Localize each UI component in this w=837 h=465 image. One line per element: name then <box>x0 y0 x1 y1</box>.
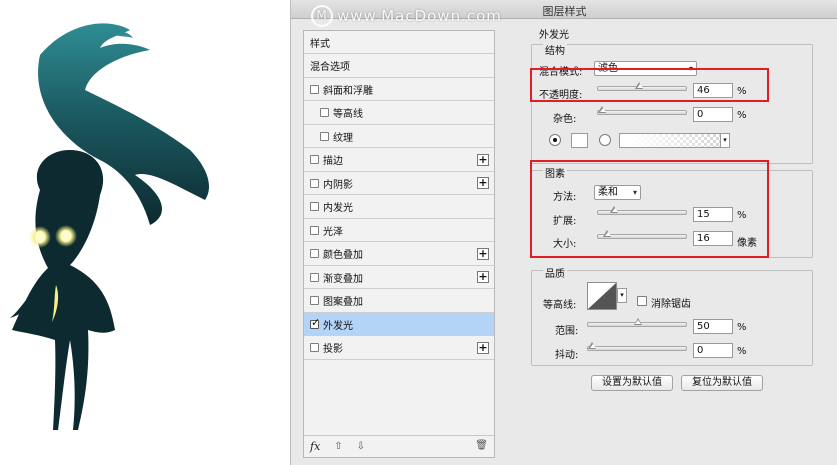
style-list-item[interactable]: 纹理 <box>304 125 494 148</box>
noise-label: 杂色: <box>553 114 577 125</box>
style-list-item[interactable]: 斜面和浮雕 <box>304 78 494 101</box>
quality-legend: 品质 <box>543 265 567 280</box>
style-checkbox[interactable] <box>310 249 319 258</box>
style-list-item[interactable]: 等高线 <box>304 101 494 125</box>
add-effect-plus-icon[interactable]: + <box>477 177 489 189</box>
range-label: 范围: <box>555 326 579 337</box>
style-item-label: 等高线 <box>333 109 363 120</box>
style-item-label: 纹理 <box>333 132 353 144</box>
anti-alias-label: 消除锯齿 <box>651 299 691 310</box>
contour-picker[interactable] <box>587 282 617 310</box>
fx-icon[interactable]: fx <box>310 440 320 453</box>
range-slider[interactable] <box>587 318 687 327</box>
style-list-item[interactable]: 图案叠加 <box>304 289 494 313</box>
style-checkbox[interactable] <box>310 225 319 235</box>
style-checkbox[interactable] <box>310 272 319 282</box>
glow-gradient-picker[interactable] <box>619 133 721 148</box>
style-list-footer: fx ⇧ ⇩ 🗑 <box>304 435 494 457</box>
style-checkbox[interactable] <box>310 343 319 352</box>
jitter-label: 抖动: <box>555 350 579 361</box>
range-slider-thumb[interactable] <box>633 318 643 325</box>
style-item-label: 渐变叠加 <box>323 273 363 285</box>
gradient-radio[interactable] <box>599 134 611 146</box>
style-item-label: 内阴影 <box>323 179 353 191</box>
jitter-slider[interactable] <box>587 342 687 351</box>
noise-field[interactable]: 0 <box>693 107 733 122</box>
move-up-icon[interactable]: ⇧ <box>334 441 342 452</box>
opacity-highlight-box <box>530 68 769 102</box>
glow-color-swatch[interactable] <box>571 133 588 148</box>
style-list-item[interactable]: 投影 + <box>304 336 494 360</box>
style-item-label: 外发光 <box>323 320 353 332</box>
add-effect-plus-icon[interactable]: + <box>477 271 489 283</box>
noise-slider-thumb[interactable] <box>598 106 607 113</box>
move-down-icon[interactable]: ⇩ <box>357 441 365 452</box>
add-effect-plus-icon[interactable]: + <box>477 247 489 260</box>
noise-unit: % <box>737 110 747 121</box>
contour-dropdown-arrow-icon[interactable]: ▾ <box>617 288 627 303</box>
structure-legend: 结构 <box>543 42 567 57</box>
character-illustration <box>10 23 210 430</box>
style-checkbox[interactable] <box>310 316 320 329</box>
style-list-item[interactable]: 描边 + <box>304 148 494 172</box>
watermark-logo-icon: M <box>311 5 333 27</box>
jitter-slider-thumb[interactable] <box>588 342 597 349</box>
trash-icon[interactable]: 🗑 <box>475 440 488 451</box>
style-item-label: 内发光 <box>323 203 353 214</box>
watermark: Mwww.MacDown.com <box>311 5 502 27</box>
contour-label: 等高线: <box>543 300 577 311</box>
layer-style-dialog: 图层样式 Mwww.MacDown.com 样式 混合选项 斜面和浮雕 等高线 纹理 描边… <box>290 0 837 465</box>
style-list-item[interactable]: 颜色叠加 + <box>304 242 494 266</box>
range-field[interactable]: 50 <box>693 319 733 334</box>
contour-preview-icon <box>588 283 616 309</box>
style-list-item[interactable]: 样式 <box>304 31 494 54</box>
style-checkbox[interactable] <box>320 108 329 117</box>
style-item-label: 颜色叠加 <box>323 250 363 261</box>
range-unit: % <box>737 322 747 333</box>
style-checkbox[interactable] <box>320 131 329 141</box>
style-list: 样式混合选项斜面和浮雕等高线纹理描边 + 内阴影 + 内发光光泽颜色叠加 + 渐变叠加 + 图案… <box>303 30 495 458</box>
reset-default-button[interactable]: 复位为默认值 <box>681 375 763 391</box>
style-list-item[interactable]: 渐变叠加 + <box>304 266 494 289</box>
style-item-label: 样式 <box>310 38 330 50</box>
style-list-item[interactable]: 外发光 <box>304 313 494 336</box>
solid-color-radio[interactable] <box>549 134 561 146</box>
style-checkbox[interactable] <box>310 155 319 164</box>
style-list-item[interactable]: 混合选项 <box>304 54 494 78</box>
style-item-label: 斜面和浮雕 <box>323 85 373 97</box>
style-checkbox[interactable] <box>310 202 319 211</box>
make-default-button[interactable]: 设置为默认值 <box>591 375 673 391</box>
add-effect-plus-icon[interactable]: + <box>477 341 489 354</box>
style-item-label: 投影 <box>323 344 343 355</box>
body-shape <box>12 150 115 430</box>
style-item-label: 光泽 <box>323 226 343 238</box>
noise-slider[interactable] <box>597 106 687 115</box>
style-checkbox[interactable] <box>310 178 319 188</box>
style-list-item[interactable]: 内发光 <box>304 195 494 219</box>
style-list-item[interactable]: 内阴影 + <box>304 172 494 195</box>
style-checkbox[interactable] <box>310 296 319 305</box>
style-item-label: 混合选项 <box>310 62 350 73</box>
elements-highlight-box <box>530 160 769 258</box>
style-item-label: 描边 <box>323 156 343 167</box>
gradient-dropdown-arrow-icon[interactable]: ▾ <box>720 133 730 148</box>
style-checkbox[interactable] <box>310 84 319 94</box>
jitter-unit: % <box>737 346 747 357</box>
anti-alias-checkbox[interactable] <box>637 296 647 306</box>
jitter-field[interactable]: 0 <box>693 343 733 358</box>
panel-heading: 外发光 <box>539 30 569 41</box>
watermark-text: www.MacDown.com <box>337 6 502 25</box>
style-list-item[interactable]: 光泽 <box>304 219 494 242</box>
style-item-label: 图案叠加 <box>323 297 363 308</box>
add-effect-plus-icon[interactable]: + <box>477 153 489 166</box>
